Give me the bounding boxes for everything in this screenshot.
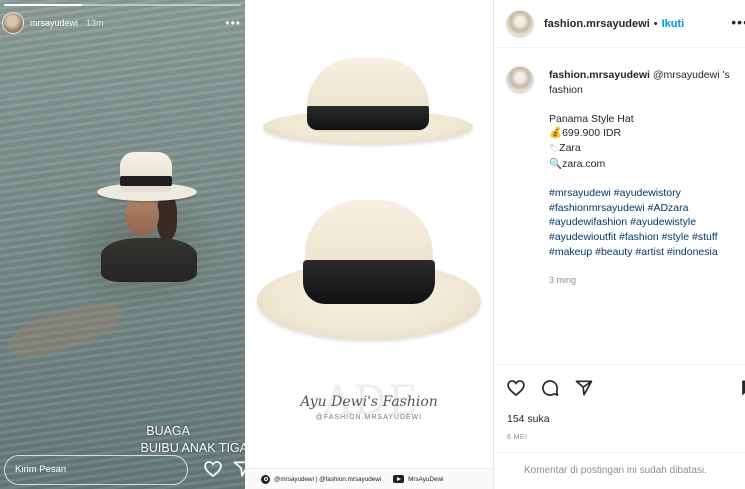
caption-mention[interactable]: @mrsayudewi 's: [653, 69, 730, 81]
story-avatar[interactable]: [2, 12, 24, 34]
post-sidebar: fashion.mrsayudewi • Ikuti ••• fashion.m…: [493, 0, 745, 489]
story-username[interactable]: mrsayudewi: [30, 18, 78, 28]
actions-divider: [494, 364, 745, 365]
story-progress-fill: [4, 4, 83, 6]
product-brand: 🏷Zara: [549, 142, 581, 155]
avatar[interactable]: [506, 9, 534, 38]
comments-restricted-notice: Komentar di postingan ini sudah dibatasi…: [494, 452, 745, 489]
follow-button[interactable]: Ikuti: [662, 18, 685, 30]
screenshot-collage: mrsayudewi 13m ••• BUAGA BUIBU ANAK TIGA…: [0, 0, 745, 489]
more-options-icon[interactable]: •••: [731, 14, 745, 30]
caption-line-fashion: fashion: [549, 83, 583, 96]
separator-dot: •: [653, 17, 658, 30]
send-icon[interactable]: [232, 459, 245, 479]
panama-hat-angle-view: [257, 200, 481, 342]
caption-avatar[interactable]: [506, 66, 534, 94]
product-site: 🔍zara.com: [549, 157, 606, 170]
story-caption-line-1: BUAGA: [146, 424, 190, 438]
caption-time-ago: 3 ming: [549, 275, 577, 285]
more-options-icon[interactable]: •••: [225, 16, 241, 30]
hashtag-line-2[interactable]: #fashionmrsayudewi #ADzara: [549, 201, 745, 216]
story-header: mrsayudewi 13m •••: [2, 12, 241, 34]
story-progress-bar: [4, 4, 241, 6]
story-time: 13m: [86, 18, 104, 28]
image-footer: @mrsayudewi | @fashion.mrsayudewi MrsAyu…: [245, 468, 493, 489]
hashtag-line-5[interactable]: #makeup #beauty #artist #indonesia: [549, 245, 745, 260]
send-icon[interactable]: [574, 378, 594, 398]
caption-username[interactable]: fashion.mrsayudewi: [549, 69, 650, 81]
comment-icon[interactable]: [540, 378, 560, 398]
hashtag-line-4[interactable]: #ayudewioutfit #fashion #style #stuff: [549, 230, 745, 245]
product-name: Panama Style Hat: [549, 112, 634, 125]
magnifier-icon: 🔍: [549, 157, 563, 170]
hashtag-line-1[interactable]: #mrsayudewi #ayudewistory: [549, 186, 745, 201]
story-photo-woman-in-water: [1, 150, 205, 368]
bookmark-icon[interactable]: [738, 378, 745, 398]
footer-instagram-handles: @mrsayudewi | @fashion.mrsayudewi: [274, 475, 382, 483]
instagram-icon: [261, 474, 270, 484]
brand-name: Ayu Dewi's Fashion: [300, 394, 438, 410]
heart-icon[interactable]: [203, 459, 223, 479]
product-price: 💰699.900 IDR: [549, 127, 622, 140]
post-header: fashion.mrsayudewi • Ikuti •••: [494, 0, 745, 48]
brand-handle: @FASHION.MRSAYUDEWI: [315, 414, 423, 421]
youtube-icon: [393, 475, 405, 483]
story-reply-input[interactable]: Kirim Pesan: [4, 455, 188, 485]
post-date: 6 MEI: [507, 434, 528, 441]
post-username[interactable]: fashion.mrsayudewi: [544, 18, 650, 30]
tag-icon: 🏷: [549, 144, 560, 154]
footer-youtube-handle: MrsAyuDewi: [408, 475, 444, 483]
money-bag-icon: 💰: [549, 127, 563, 140]
post-product-image: ADE Ayu Dewi's Fashion @FASHION.MRSAYUDE…: [245, 0, 493, 489]
hashtag-line-3[interactable]: #ayudewifashion #ayudewistyle: [549, 215, 745, 230]
panama-hat-side-view: [263, 58, 473, 148]
likes-count[interactable]: 154 suka: [507, 413, 550, 425]
instagram-story: mrsayudewi 13m ••• BUAGA BUIBU ANAK TIGA…: [0, 0, 245, 489]
heart-icon[interactable]: [506, 378, 526, 398]
